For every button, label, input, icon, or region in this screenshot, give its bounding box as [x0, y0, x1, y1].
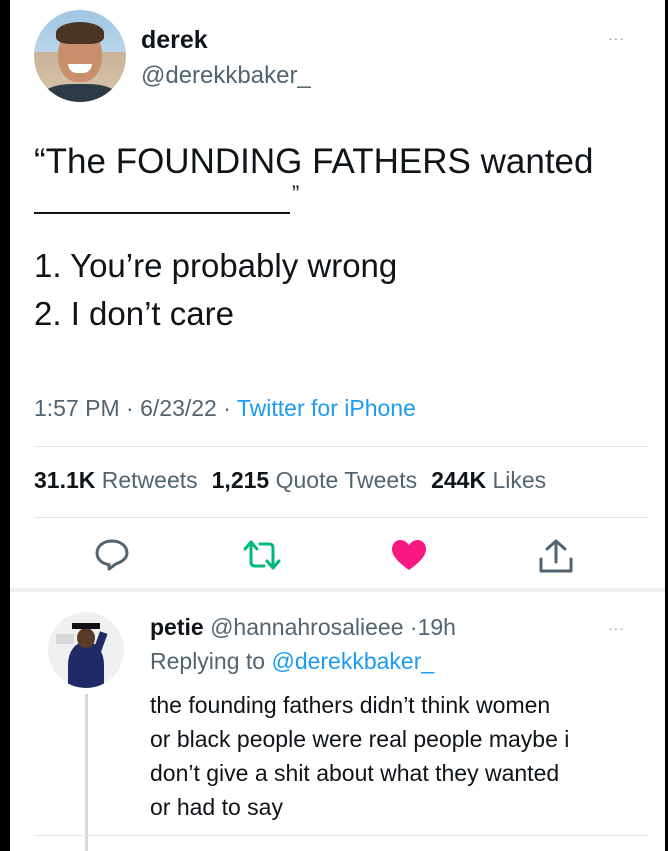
divider: [34, 517, 648, 518]
separator: ·: [409, 614, 418, 640]
like-button[interactable]: [390, 538, 428, 572]
reply-text-line: or black people were real people maybe i: [150, 726, 570, 752]
divider: [10, 588, 665, 592]
replying-to-handle[interactable]: @derekkbaker_: [271, 648, 434, 674]
tweet-stats: 31.1K Retweets 1,215 Quote Tweets 244K Lik…: [34, 467, 546, 494]
reply-text-line: or had to say: [150, 794, 283, 820]
reply-time[interactable]: 19h: [418, 614, 456, 640]
retweet-button[interactable]: [242, 538, 282, 572]
more-options-icon[interactable]: ···: [608, 620, 625, 636]
reply-icon: [95, 539, 129, 571]
separator: ·: [126, 395, 134, 421]
share-icon: [539, 539, 573, 573]
thread-line: [85, 694, 88, 851]
like-icon: [392, 540, 426, 570]
separator: ·: [223, 395, 231, 421]
reply-text-line: don’t give a shit about what they wanted: [150, 760, 560, 786]
list-item: 1. You’re probably wrong: [34, 247, 398, 284]
more-options-icon[interactable]: ···: [608, 30, 625, 46]
reply-text-line: the founding fathers didn’t think women: [150, 692, 551, 718]
replying-to: Replying to @derekkbaker_: [150, 648, 434, 675]
blank-underline: [34, 212, 290, 214]
retweet-icon: [243, 540, 281, 570]
share-button[interactable]: [538, 538, 574, 574]
replying-to-label: Replying to: [150, 648, 266, 674]
tweet-date[interactable]: 6/23/22: [140, 395, 217, 421]
closing-quote: ”: [292, 181, 300, 206]
action-bar: [10, 530, 665, 580]
quote-tweets-stat[interactable]: 1,215 Quote Tweets: [212, 467, 417, 493]
tweet-text: “The FOUNDING FATHERS wanted ” 1. You’re…: [34, 140, 634, 338]
tweet-text-line: “The FOUNDING FATHERS wanted: [34, 142, 594, 181]
divider: [34, 835, 648, 836]
tweet-meta: 1:57 PM · 6/23/22 · Twitter for iPhone: [34, 395, 416, 422]
list-item: 2. I don’t care: [34, 295, 234, 332]
reply-avatar[interactable]: [48, 612, 124, 688]
reply-author-handle[interactable]: @hannahrosalieee: [210, 614, 403, 640]
reply-text: the founding fathers didn’t think women …: [150, 688, 650, 824]
avatar[interactable]: [34, 10, 126, 102]
reply-author-name[interactable]: petie: [150, 614, 204, 640]
author-handle[interactable]: @derekkbaker_: [141, 62, 311, 90]
tweet-time[interactable]: 1:57 PM: [34, 395, 120, 421]
likes-stat[interactable]: 244K Likes: [431, 467, 546, 493]
author-name[interactable]: derek: [141, 26, 208, 55]
reply-header: petie @hannahrosalieee ·19h: [150, 614, 456, 641]
fill-in-blank: ”: [34, 181, 634, 242]
tweet-frame: derek @derekkbaker_ ··· “The FOUNDING FA…: [10, 0, 665, 851]
tweet-source-link[interactable]: Twitter for iPhone: [237, 395, 416, 421]
retweets-stat[interactable]: 31.1K Retweets: [34, 467, 198, 493]
divider: [34, 446, 648, 447]
reply-button[interactable]: [94, 538, 130, 572]
